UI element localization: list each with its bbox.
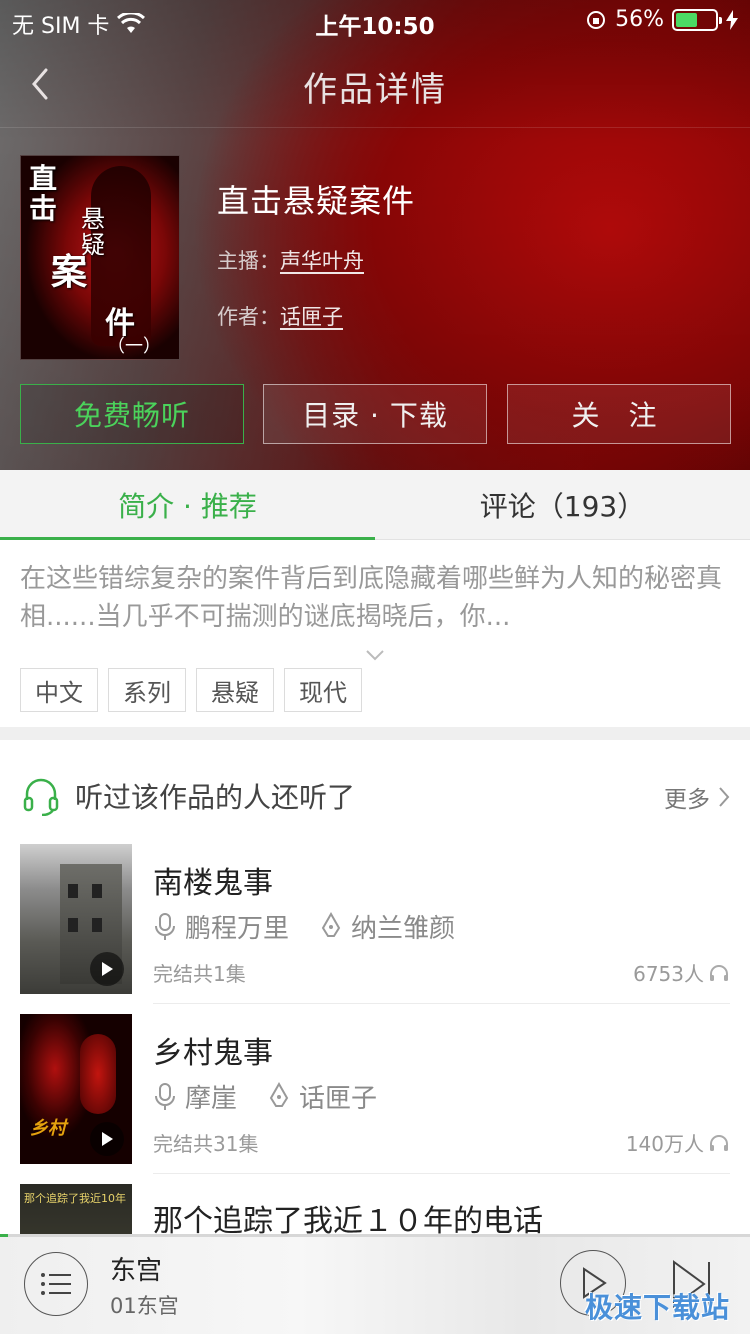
item-cover bbox=[20, 844, 132, 994]
watermark: 极速下载站 bbox=[584, 1291, 730, 1324]
list-item[interactable]: 乡村 乡村鬼事 摩崖 话匣子 完结共31集 140万人 bbox=[0, 1014, 750, 1184]
item-host: 摩崖 bbox=[185, 1084, 238, 1114]
item-title: 那个追踪了我近１０年的电话 bbox=[153, 1204, 543, 1234]
item-author: 话匣子 bbox=[299, 1084, 378, 1114]
list-item[interactable]: 南楼鬼事 鹏程万里 纳兰雏颜 完结共1集 6753人 bbox=[0, 844, 750, 1014]
item-people: 鹏程万里 纳兰雏颜 bbox=[153, 908, 455, 945]
more-label: 更多 bbox=[664, 787, 710, 813]
microphone-icon bbox=[155, 1082, 175, 1110]
tab-intro[interactable]: 简介 · 推荐 bbox=[0, 470, 375, 540]
listener-count: 140万人 bbox=[625, 1132, 704, 1156]
host-label: 主播： bbox=[217, 249, 280, 273]
cover-text-3: 案 bbox=[51, 251, 88, 293]
battery-percent: 56% bbox=[615, 7, 664, 32]
follow-button[interactable]: 关 注 bbox=[507, 384, 731, 444]
status-bar: 无 SIM 卡 上午10:50 56% bbox=[0, 0, 750, 40]
listener-count: 6753人 bbox=[633, 962, 704, 986]
pen-nib-icon bbox=[269, 1081, 289, 1107]
play-icon bbox=[90, 1122, 124, 1156]
tab-bar: 简介 · 推荐 评论（193） bbox=[0, 470, 750, 540]
item-listeners: 6753人 bbox=[633, 958, 730, 987]
cover-text-5: （一） bbox=[107, 336, 161, 357]
author-row: 作者：话匣子 bbox=[217, 301, 343, 331]
book-cover[interactable]: 直击 悬疑 案 件 （一） bbox=[20, 155, 180, 360]
item-cover: 那个追踪了我近10年 bbox=[20, 1184, 132, 1234]
book-title: 直击悬疑案件 bbox=[217, 182, 416, 220]
charging-icon bbox=[726, 9, 738, 30]
rotation-lock-icon bbox=[587, 10, 606, 29]
section-divider bbox=[0, 727, 750, 740]
cover-text-1: 直击 bbox=[29, 162, 58, 225]
recommend-title: 听过该作品的人还听了 bbox=[75, 781, 356, 814]
playback-progress-fill bbox=[0, 1234, 8, 1237]
item-episodes: 完结共31集 bbox=[153, 1132, 259, 1156]
tag-series[interactable]: 系列 bbox=[108, 668, 186, 712]
active-tab-indicator bbox=[0, 537, 375, 540]
play-icon bbox=[90, 952, 124, 986]
page-title: 作品详情 bbox=[303, 70, 447, 110]
host-link[interactable]: 声华叶舟 bbox=[280, 249, 364, 273]
now-playing-episode: 01东宫 bbox=[110, 1294, 179, 1318]
item-title: 南楼鬼事 bbox=[153, 866, 273, 901]
more-link[interactable]: 更多 bbox=[664, 780, 730, 814]
item-author: 纳兰雏颜 bbox=[351, 914, 456, 944]
item-cover: 乡村 bbox=[20, 1014, 132, 1164]
catalog-download-button[interactable]: 目录 · 下载 bbox=[263, 384, 487, 444]
item-people: 摩崖 话匣子 bbox=[153, 1078, 377, 1115]
tag-chinese[interactable]: 中文 bbox=[20, 668, 98, 712]
battery-icon bbox=[672, 8, 722, 31]
item-title: 乡村鬼事 bbox=[153, 1036, 273, 1071]
item-separator bbox=[153, 1173, 730, 1174]
status-right: 56% bbox=[585, 7, 738, 32]
headphones-small-icon bbox=[710, 964, 728, 981]
author-label: 作者： bbox=[217, 305, 280, 329]
nav-bar: 作品详情 bbox=[0, 40, 750, 128]
battery-level bbox=[676, 12, 698, 27]
playback-progress bbox=[0, 1234, 750, 1237]
list-icon bbox=[41, 1273, 71, 1295]
list-item[interactable]: 那个追踪了我近10年 那个追踪了我近１０年的电话 bbox=[0, 1184, 750, 1234]
author-link[interactable]: 话匣子 bbox=[280, 305, 343, 329]
item-episodes: 完结共1集 bbox=[153, 962, 246, 986]
headphones-small-icon bbox=[710, 1134, 728, 1151]
intro-text: 在这些错综复杂的案件背后到底隐藏着哪些鲜为人知的秘密真相......当几乎不可揣… bbox=[20, 564, 723, 632]
item-host: 鹏程万里 bbox=[185, 914, 290, 944]
tag-mystery[interactable]: 悬疑 bbox=[196, 668, 274, 712]
playlist-button[interactable] bbox=[24, 1252, 88, 1316]
microphone-icon bbox=[155, 912, 175, 940]
tag-list: 中文 系列 悬疑 现代 bbox=[20, 668, 362, 712]
host-row: 主播：声华叶舟 bbox=[217, 245, 364, 275]
free-listen-button[interactable]: 免费畅听 bbox=[20, 384, 244, 444]
tag-modern[interactable]: 现代 bbox=[284, 668, 362, 712]
tab-comments[interactable]: 评论（193） bbox=[375, 470, 750, 540]
now-playing-title: 东宫 bbox=[110, 1256, 163, 1286]
pen-nib-icon bbox=[321, 911, 341, 937]
item-listeners: 140万人 bbox=[626, 1128, 730, 1157]
recommend-header: 听过该作品的人还听了 更多 bbox=[0, 770, 750, 820]
book-header: 无 SIM 卡 上午10:50 56% 作品详情 直 击 悬 疑 案 件 （一）… bbox=[0, 0, 750, 470]
mini-player: 东宫 01东宫 极速下载站 bbox=[0, 1234, 750, 1334]
item-separator bbox=[153, 1003, 730, 1004]
chevron-down-icon[interactable] bbox=[365, 648, 385, 662]
chevron-right-icon bbox=[719, 787, 730, 807]
headphones-icon bbox=[23, 778, 59, 816]
